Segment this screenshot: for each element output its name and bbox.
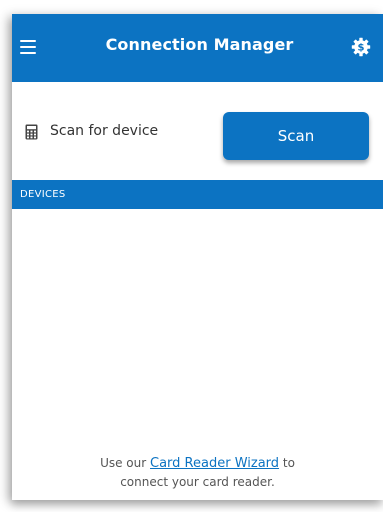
devices-section-title: DEVICES [20, 189, 66, 200]
scan-row: Scan for device Scan [12, 82, 383, 179]
card-reader-wizard-link[interactable]: Card Reader Wizard [150, 456, 279, 471]
footer-line-1: Use our Card Reader Wizard to [12, 454, 383, 473]
footer-line-2: connect your card reader. [120, 475, 275, 489]
stage: Connection Manager $ Scan for device Sca… [0, 0, 383, 512]
footer-suffix: to [282, 456, 295, 470]
app-window: Connection Manager $ Scan for device Sca… [12, 14, 383, 500]
scan-button[interactable]: Scan [223, 112, 369, 160]
page-title: Connection Manager [105, 35, 294, 54]
device-list [12, 209, 383, 449]
gear-icon[interactable]: $ [351, 37, 371, 57]
calculator-icon [25, 124, 38, 140]
footer-prefix: Use our [100, 456, 147, 470]
scan-for-device-label: Scan for device [50, 123, 159, 139]
devices-section-header: DEVICES [12, 180, 383, 209]
app-header: Connection Manager $ [12, 14, 383, 82]
footer-help-text: Use our Card Reader Wizard to connect yo… [12, 454, 383, 492]
svg-text:$: $ [358, 43, 365, 54]
